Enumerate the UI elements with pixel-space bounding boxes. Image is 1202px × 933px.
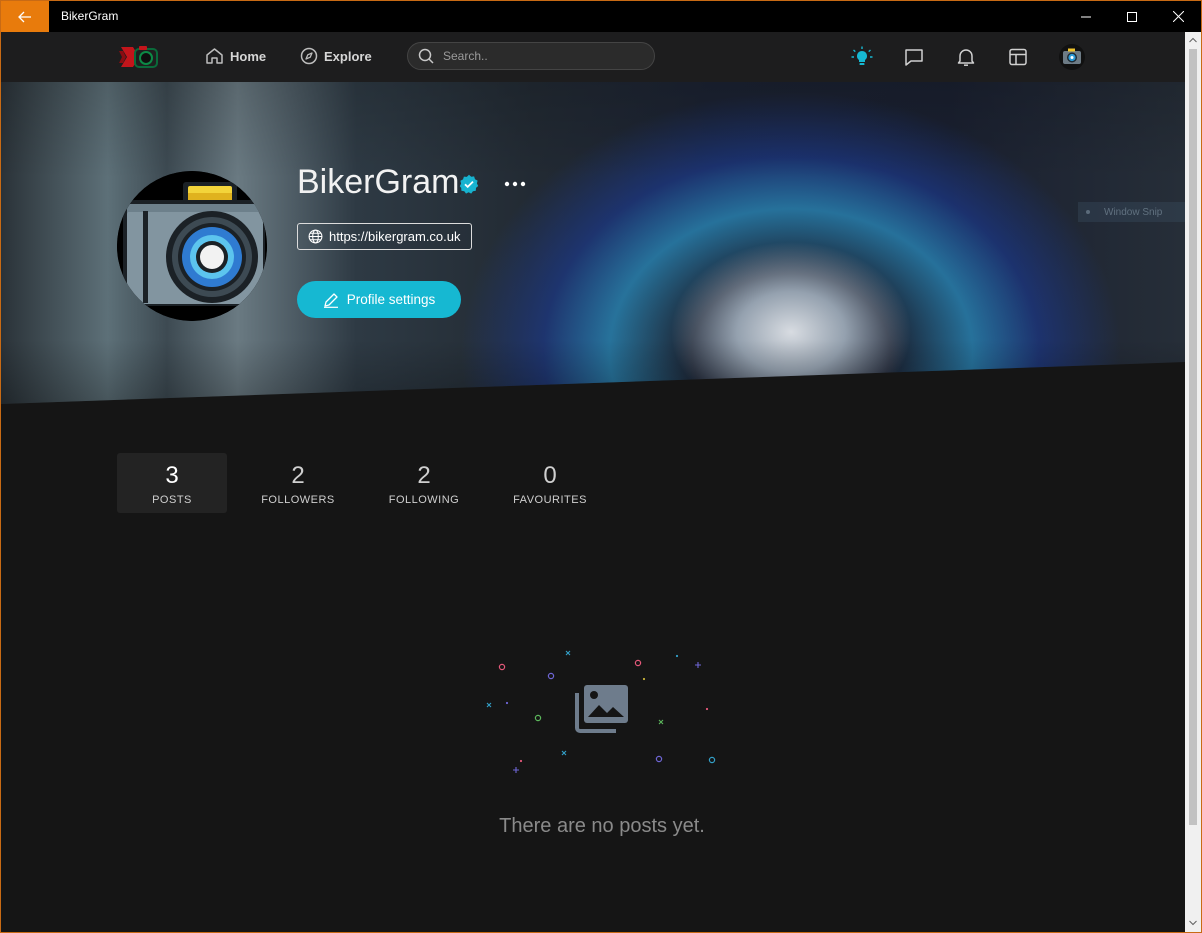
back-button[interactable] <box>1 1 49 32</box>
more-dots-icon <box>504 181 526 187</box>
search-box <box>407 42 655 70</box>
nav-explore-label: Explore <box>324 48 372 64</box>
following-label: FOLLOWING <box>388 494 460 506</box>
profile-settings-label: Profile settings <box>346 292 436 307</box>
posts-count: 3 <box>165 462 179 489</box>
window-title: BikerGram <box>61 9 119 23</box>
bell-icon <box>957 49 975 66</box>
maximize-icon <box>1127 11 1137 22</box>
minimize-icon <box>1081 16 1091 17</box>
following-count: 2 <box>417 462 431 489</box>
pencil-icon <box>323 292 338 308</box>
minimize-button[interactable] <box>1063 1 1109 32</box>
app-logo[interactable] <box>117 43 161 71</box>
chat-icon <box>905 49 923 66</box>
home-icon <box>206 48 223 64</box>
website-link[interactable]: https://bikergram.co.uk <box>297 223 472 250</box>
lightbulb-icon <box>851 46 873 65</box>
favourites-count: 0 <box>543 462 557 489</box>
favourites-label: FAVOURITES <box>513 494 587 506</box>
empty-posts-message: There are no posts yet. <box>499 815 705 837</box>
window-snip-ghost-text: Window Snip <box>1104 206 1163 218</box>
nav-home[interactable]: Home <box>205 47 266 65</box>
vertical-scrollbar[interactable] <box>1185 32 1201 932</box>
followers-label: FOLLOWERS <box>261 494 335 506</box>
globe-icon <box>308 229 323 244</box>
tab-following[interactable]: 2 FOLLOWING <box>369 453 479 513</box>
camera-avatar-icon <box>1059 44 1085 70</box>
posts-label: POSTS <box>152 494 192 506</box>
top-nav: Home Explore <box>1 32 1185 83</box>
followers-count: 2 <box>291 462 305 489</box>
tab-followers[interactable]: 2 FOLLOWERS <box>243 453 353 513</box>
verified-badge <box>459 174 479 194</box>
search-icon <box>418 48 434 64</box>
empty-posts-illustration <box>486 650 716 773</box>
theme-toggle-button[interactable] <box>850 45 874 69</box>
close-icon <box>1172 11 1184 22</box>
maximize-button[interactable] <box>1109 1 1155 32</box>
scrollbar-thumb[interactable] <box>1189 49 1197 825</box>
layout-icon <box>1009 48 1027 66</box>
layout-button[interactable] <box>1006 45 1030 69</box>
camera-avatar-icon <box>117 171 267 321</box>
image-gallery-icon <box>575 685 628 733</box>
nav-home-label: Home <box>230 48 267 64</box>
website-url: https://bikergram.co.uk <box>329 229 461 244</box>
nav-explore[interactable]: Explore <box>300 47 372 65</box>
user-avatar-button[interactable] <box>1059 44 1085 70</box>
compass-icon <box>300 47 318 65</box>
scroll-down-icon <box>1189 920 1197 926</box>
tab-posts[interactable]: 3 POSTS <box>117 453 227 513</box>
verified-check-icon <box>459 174 479 194</box>
notifications-button[interactable] <box>954 45 978 69</box>
profile-avatar[interactable] <box>117 171 267 321</box>
app-window: BikerGram Home Explore Search.. Window S… <box>0 0 1202 933</box>
close-button[interactable] <box>1155 1 1201 32</box>
profile-settings-button[interactable]: Profile settings <box>297 281 461 318</box>
profile-name: BikerGram <box>297 163 460 201</box>
ghost-dot-icon <box>1086 210 1090 214</box>
arrow-left-icon <box>18 11 31 22</box>
tab-favourites[interactable]: 0 FAVOURITES <box>495 453 605 513</box>
window-snip-ghost: Window Snip <box>1078 202 1185 222</box>
messages-button[interactable] <box>902 45 926 69</box>
more-options-button[interactable] <box>501 173 529 195</box>
title-bar: BikerGram <box>1 1 1201 32</box>
search-input[interactable] <box>441 48 645 64</box>
scroll-up-icon <box>1189 37 1197 43</box>
